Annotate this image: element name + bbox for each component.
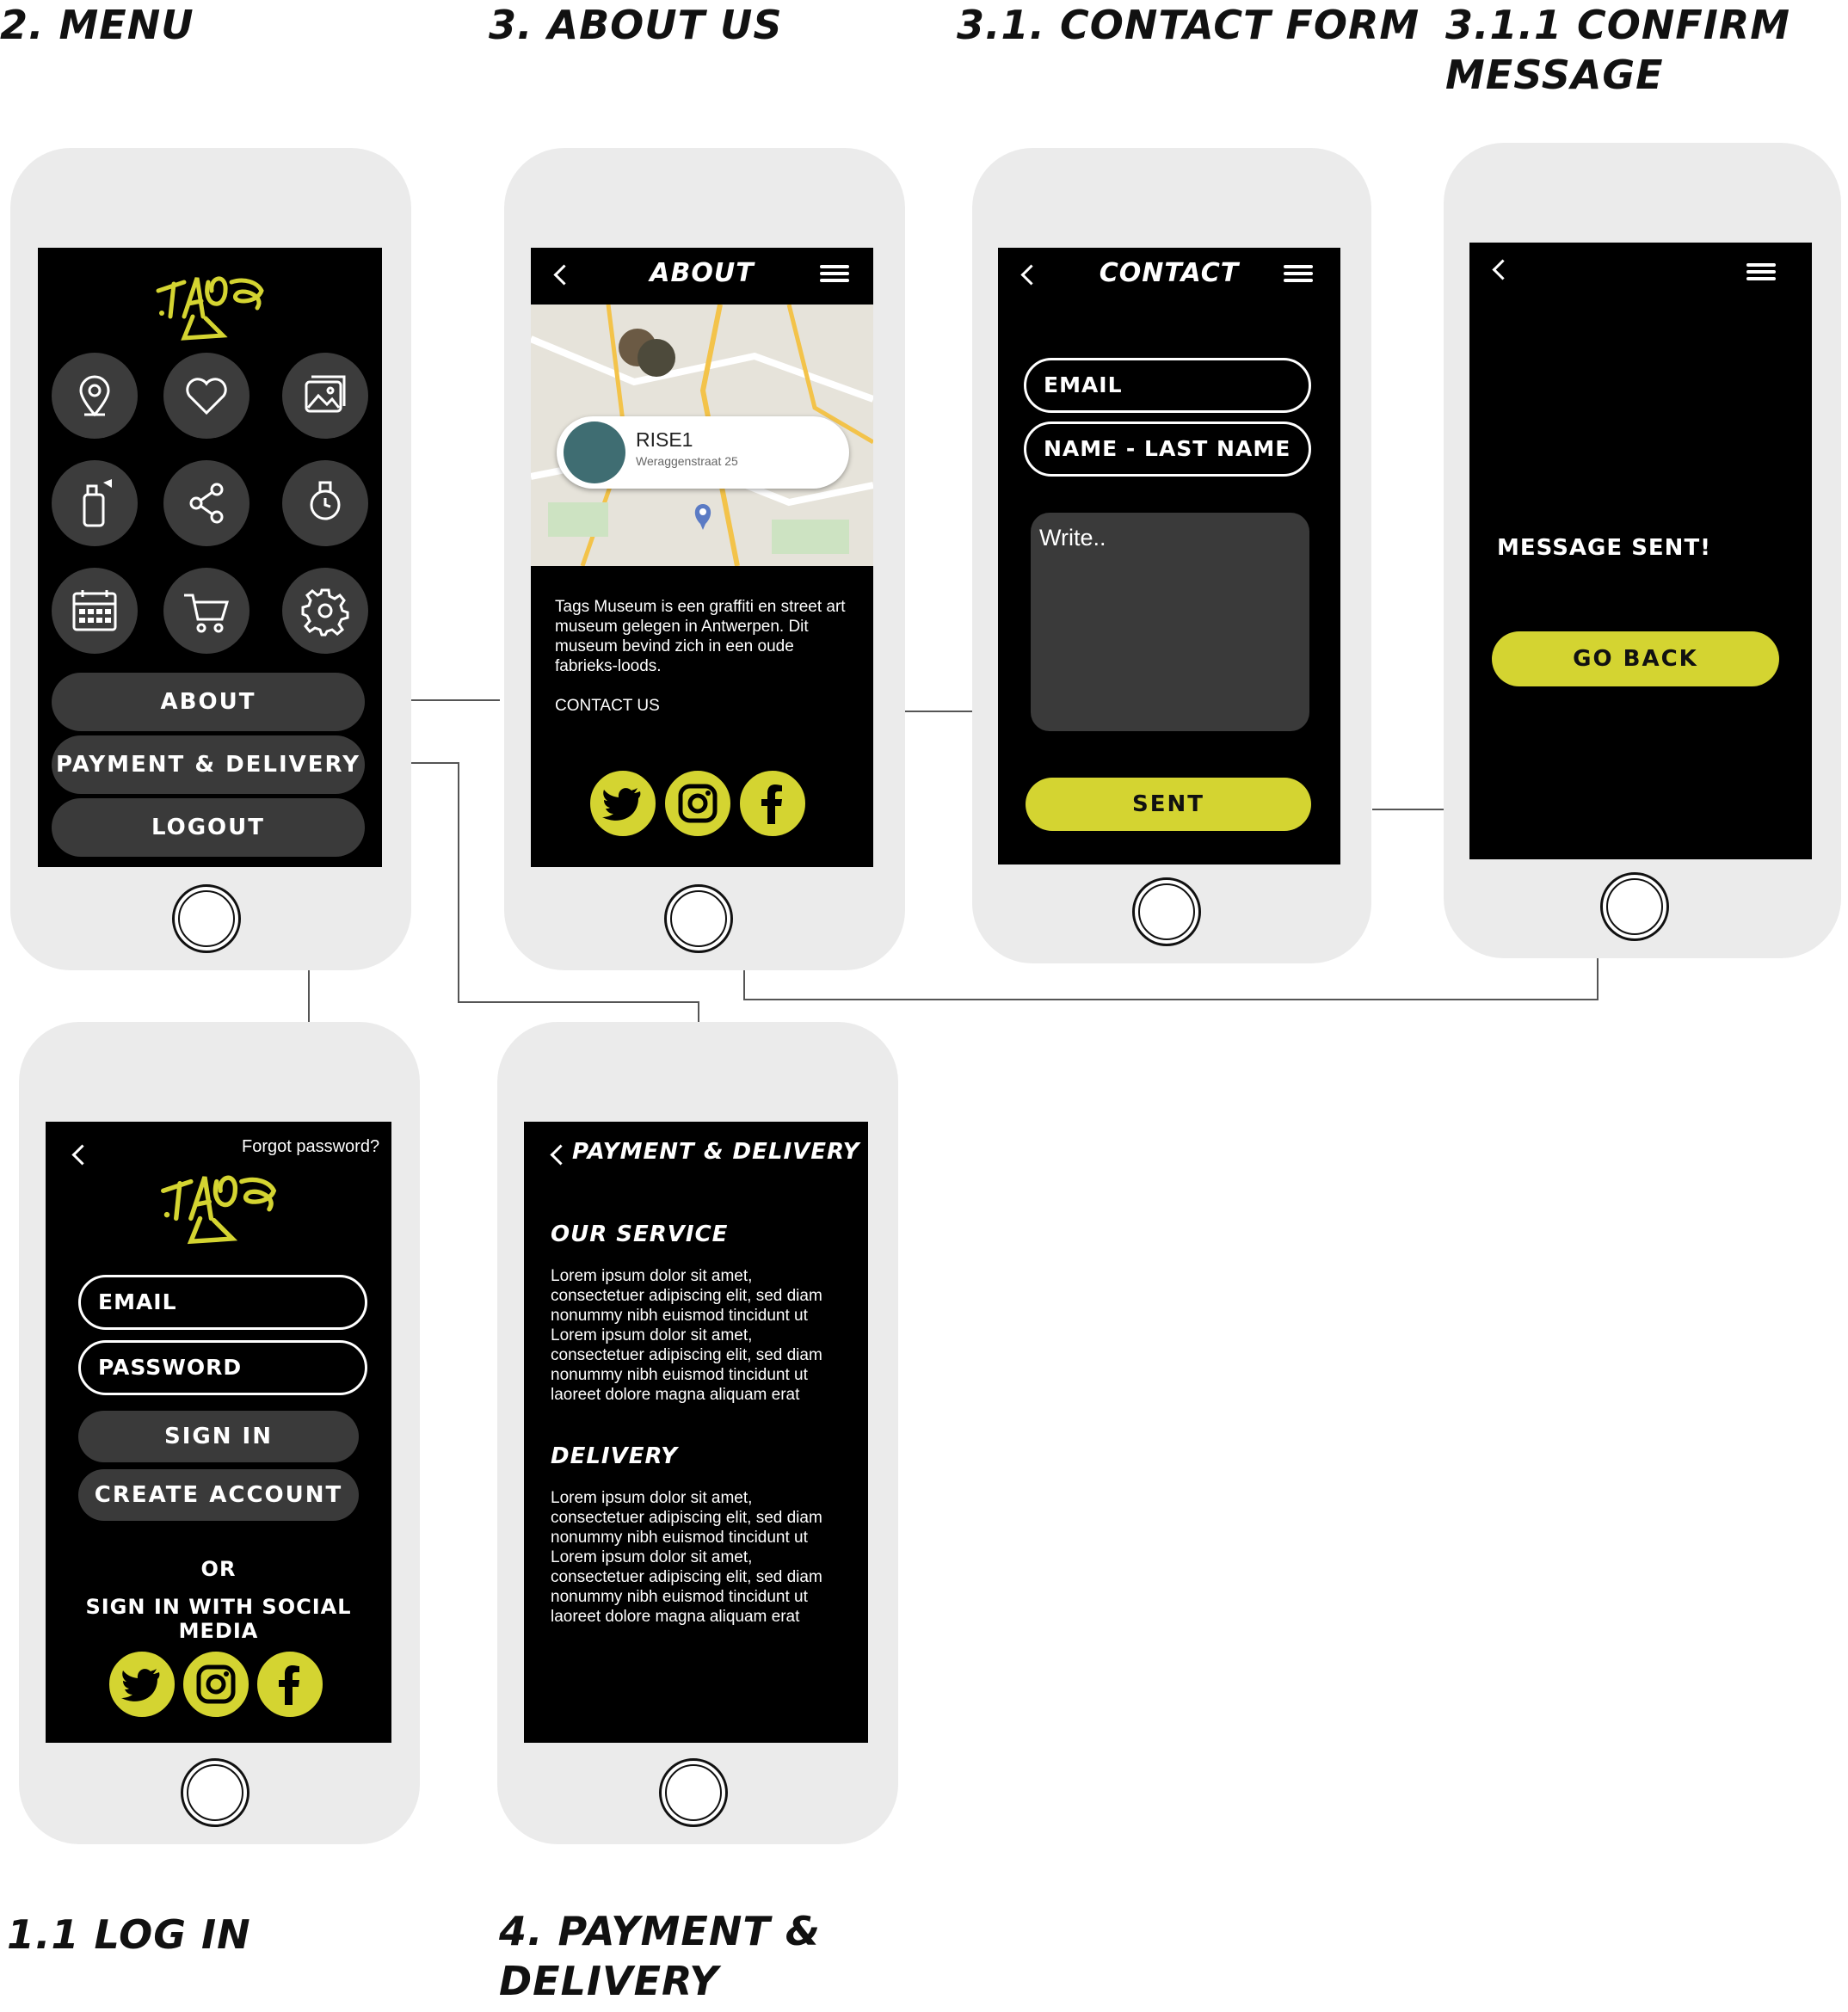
create-account-button[interactable]: CREATE ACCOUNT bbox=[78, 1469, 359, 1521]
section-title-contact: 3.1. CONTACT FORM bbox=[957, 2, 1420, 48]
favorites-button[interactable] bbox=[163, 353, 249, 439]
section-title-menu: 2. MENU bbox=[0, 2, 194, 48]
instagram-button[interactable] bbox=[182, 1650, 250, 1719]
home-button[interactable] bbox=[659, 1758, 728, 1827]
message-textarea[interactable]: Write.. bbox=[1031, 513, 1309, 731]
home-button[interactable] bbox=[1600, 872, 1669, 941]
gallery-button[interactable] bbox=[282, 353, 368, 439]
connector-contact-confirm bbox=[1372, 809, 1446, 810]
hamburger-menu-icon[interactable] bbox=[1284, 265, 1313, 282]
screen-confirm: MESSAGE SENT! GO BACK bbox=[1469, 243, 1812, 859]
message-sent-label: MESSAGE SENT! bbox=[1497, 535, 1712, 561]
sign-in-button[interactable]: SIGN IN bbox=[78, 1411, 359, 1462]
settings-gear-icon bbox=[301, 588, 349, 637]
contact-us-link[interactable]: CONTACT US bbox=[555, 697, 660, 716]
location-pin-button[interactable] bbox=[52, 353, 138, 439]
heart-icon bbox=[186, 378, 227, 415]
instagram-icon bbox=[678, 784, 718, 823]
home-button[interactable] bbox=[181, 1758, 249, 1827]
facebook-button[interactable] bbox=[256, 1650, 324, 1719]
instagram-icon bbox=[196, 1664, 236, 1704]
calendar-icon bbox=[72, 590, 117, 631]
back-chevron-icon[interactable] bbox=[1492, 259, 1513, 280]
twitter-icon bbox=[602, 788, 641, 821]
logout-button[interactable]: LOGOUT bbox=[52, 798, 365, 857]
twitter-icon bbox=[121, 1669, 160, 1701]
screen-payment: PAYMENT & DELIVERY OUR SERVICE Lorem ips… bbox=[524, 1122, 868, 1743]
connector-payment-v1 bbox=[458, 762, 459, 1002]
email-field[interactable]: EMAIL bbox=[1024, 358, 1311, 413]
about-description: Tags Museum is een graffiti en street ar… bbox=[555, 598, 846, 675]
spray-can-icon bbox=[83, 479, 112, 527]
section-title-login: 1.1 LOG IN bbox=[7, 1911, 251, 1958]
artwork-thumbnail bbox=[564, 421, 625, 483]
hamburger-menu-icon[interactable] bbox=[820, 265, 849, 282]
or-divider-text: OR bbox=[200, 1557, 237, 1581]
delivery-heading: DELIVERY bbox=[551, 1443, 678, 1469]
message-placeholder: Write.. bbox=[1039, 525, 1106, 551]
back-chevron-icon[interactable] bbox=[71, 1144, 93, 1166]
twitter-button[interactable] bbox=[108, 1650, 176, 1719]
watch-button[interactable] bbox=[282, 460, 368, 546]
home-button[interactable] bbox=[664, 884, 733, 953]
go-back-button[interactable]: GO BACK bbox=[1492, 631, 1779, 686]
connector-payment-h2 bbox=[458, 1001, 699, 1003]
tags-logo bbox=[156, 276, 264, 341]
screen-login: Forgot password? EMAIL PASSWORD SIGN IN … bbox=[46, 1122, 391, 1743]
section-title-confirm-1: 3.1.1 CONFIRM bbox=[1445, 2, 1791, 48]
watch-icon bbox=[310, 481, 341, 520]
back-chevron-icon[interactable] bbox=[550, 1144, 571, 1166]
twitter-button[interactable] bbox=[588, 769, 657, 838]
login-email-field[interactable]: EMAIL bbox=[78, 1275, 367, 1330]
name-field[interactable]: NAME - LAST NAME bbox=[1024, 421, 1311, 477]
tags-logo bbox=[161, 1175, 277, 1245]
section-title-payment-1: 4. PAYMENT & bbox=[499, 1908, 821, 1954]
section-title-payment-2: DELIVERY bbox=[499, 1958, 719, 2004]
payment-title: PAYMENT & DELIVERY bbox=[572, 1139, 860, 1165]
cart-button[interactable] bbox=[163, 568, 249, 654]
section-title-confirm-2: MESSAGE bbox=[1445, 52, 1664, 98]
section-title-about: 3. ABOUT US bbox=[489, 2, 783, 48]
cart-icon bbox=[184, 594, 230, 633]
screen-menu: ABOUT PAYMENT & DELIVERY LOGOUT bbox=[38, 248, 382, 867]
spray-can-button[interactable] bbox=[52, 460, 138, 546]
location-pin-icon bbox=[79, 375, 110, 417]
settings-button[interactable] bbox=[282, 568, 368, 654]
social-signin-text: SIGN IN WITH SOCIAL MEDIA bbox=[85, 1595, 352, 1643]
login-password-field[interactable]: PASSWORD bbox=[78, 1340, 367, 1395]
home-button[interactable] bbox=[172, 884, 241, 953]
map-view[interactable]: RISE1 Weraggenstraat 25 bbox=[531, 305, 873, 566]
instagram-button[interactable] bbox=[663, 769, 732, 838]
map-pin-callout[interactable]: RISE1 Weraggenstraat 25 bbox=[557, 416, 849, 489]
our-service-heading: OUR SERVICE bbox=[551, 1221, 729, 1247]
home-button[interactable] bbox=[1132, 877, 1201, 946]
screen-contact: CONTACT EMAIL NAME - LAST NAME Write.. S… bbox=[998, 248, 1340, 864]
screen-about: ABOUT RISE1 Weraggenstraat 25 Tags Museu… bbox=[531, 248, 873, 867]
send-button[interactable]: SENT bbox=[1026, 778, 1311, 831]
connector-goback-h bbox=[743, 999, 1599, 1000]
calendar-button[interactable] bbox=[52, 568, 138, 654]
delivery-text: Lorem ipsum dolor sit amet, consectetuer… bbox=[551, 1489, 822, 1626]
about-button[interactable]: ABOUT bbox=[52, 673, 365, 731]
share-icon bbox=[189, 483, 224, 524]
hamburger-menu-icon[interactable] bbox=[1746, 263, 1776, 280]
facebook-icon bbox=[279, 1665, 299, 1705]
facebook-icon bbox=[761, 784, 782, 824]
our-service-text: Lorem ipsum dolor sit amet, consectetuer… bbox=[551, 1267, 822, 1404]
facebook-button[interactable] bbox=[738, 769, 807, 838]
gallery-icon bbox=[305, 375, 346, 413]
payment-delivery-button[interactable]: PAYMENT & DELIVERY bbox=[52, 735, 365, 794]
pin-name: RISE1 bbox=[636, 428, 693, 451]
pin-address: Weraggenstraat 25 bbox=[636, 454, 738, 468]
share-button[interactable] bbox=[163, 460, 249, 546]
